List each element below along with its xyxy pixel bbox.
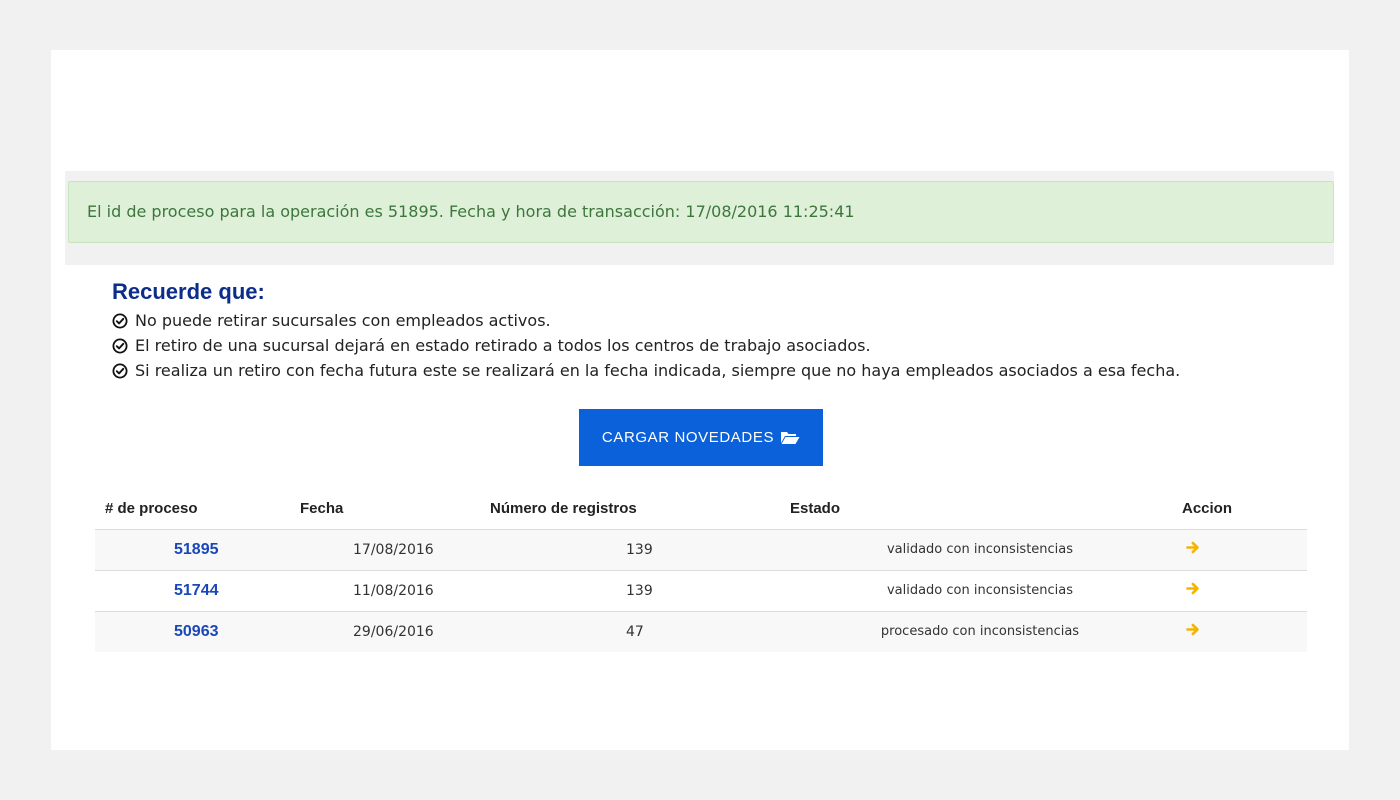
reminder-item-text: Si realiza un retiro con fecha futura es… [135,361,1181,380]
reminder-item: El retiro de una sucursal dejará en esta… [112,333,1180,358]
records-cell: 47 [626,623,644,640]
column-header-records: Número de registros [490,488,790,530]
status-cell: procesado con inconsistencias [880,624,1080,640]
reminder-item-text: El retiro de una sucursal dejará en esta… [135,336,871,355]
status-cell: validado con inconsistencias [790,529,1170,571]
upload-news-button-label: CARGAR NOVEDADES [601,429,775,446]
check-circle-icon [112,313,128,328]
date-cell: 17/08/2016 [300,529,490,571]
action-cell [1170,570,1307,612]
process-table: # de proceso Fecha Número de registros E… [95,488,1307,652]
table-header-row: # de proceso Fecha Número de registros E… [95,488,1307,530]
reminder-list: No puede retirar sucursales con empleado… [112,308,1180,383]
records-cell: 139 [490,570,790,612]
arrow-right-icon[interactable] [1186,541,1200,554]
status-cell: validado con inconsistencias [790,570,1170,612]
reminder-section: Recuerde que: No puede retirar sucursale… [112,278,1180,383]
table-row: 51744 11/08/2016 139 validado con incons… [95,570,1307,612]
reminder-item-text: No puede retirar sucursales con empleado… [135,311,551,330]
process-id-link[interactable]: 50963 [95,611,300,652]
success-alert: El id de proceso para la operación es 51… [68,181,1334,243]
column-header-process-id: # de proceso [95,488,300,530]
alert-band: El id de proceso para la operación es 51… [65,171,1334,265]
arrow-right-icon[interactable] [1186,623,1200,636]
process-id-link[interactable]: 51895 [95,529,300,571]
check-circle-icon [112,338,128,353]
date-cell: 29/06/2016 [353,623,434,640]
column-header-action: Accion [1170,488,1307,530]
action-cell [1170,611,1307,652]
reminder-item: Si realiza un retiro con fecha futura es… [112,358,1180,383]
upload-news-button[interactable]: CARGAR NOVEDADES [579,409,823,466]
table-row: 51895 17/08/2016 139 validado con incons… [95,529,1307,571]
column-header-date: Fecha [300,488,490,530]
reminder-title: Recuerde que: [112,279,265,304]
folder-open-icon [781,432,800,444]
check-circle-icon [112,363,128,378]
date-cell: 11/08/2016 [300,570,490,612]
reminder-item: No puede retirar sucursales con empleado… [112,308,1180,333]
column-header-status: Estado [790,488,1170,530]
action-cell [1170,529,1307,571]
process-id-link[interactable]: 51744 [95,570,300,612]
records-cell: 139 [490,529,790,571]
page-container: El id de proceso para la operación es 51… [51,50,1349,750]
arrow-right-icon[interactable] [1186,582,1200,595]
table-row: 50963 29/06/2016 47 procesado con incons… [95,611,1307,652]
